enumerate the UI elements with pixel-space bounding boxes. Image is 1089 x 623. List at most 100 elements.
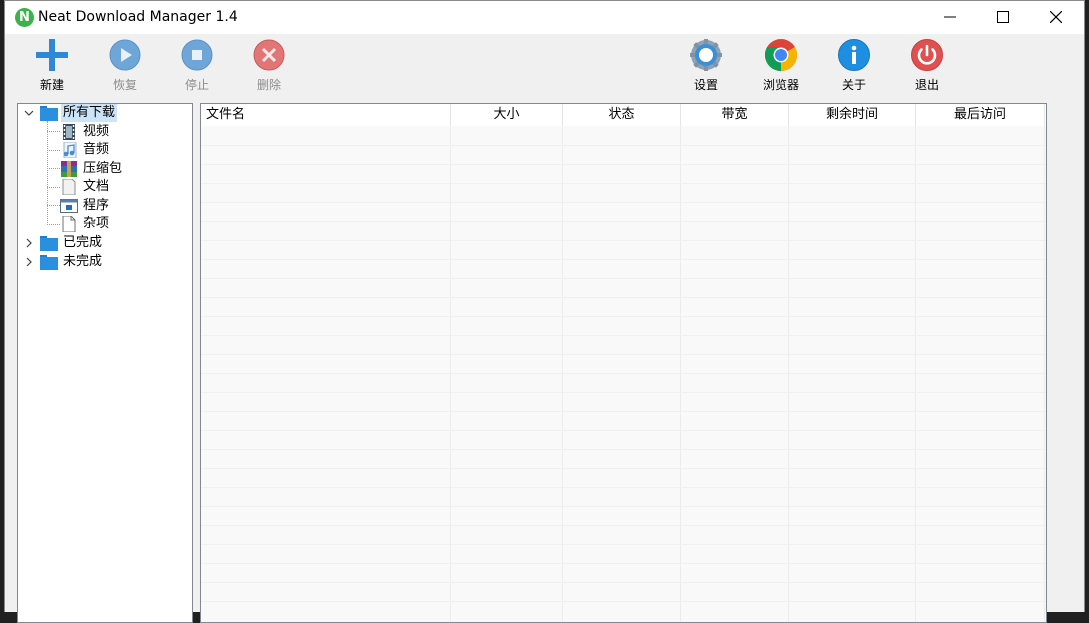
grid-line: [201, 563, 1046, 564]
tree-item-label: 程序: [83, 198, 110, 213]
archive-icon: [61, 161, 77, 177]
new-button-label: 新建: [39, 78, 64, 92]
grid-line: [201, 544, 1046, 545]
film-icon: [63, 124, 75, 140]
grid-line: [201, 373, 1046, 374]
grid-line: [201, 202, 1046, 203]
tree-item-label: 视频: [83, 124, 110, 139]
settings-button-label: 设置: [693, 78, 718, 92]
grid-line: [201, 278, 1046, 279]
tree-item-label: 杂项: [83, 216, 110, 231]
grid-line: [201, 335, 1046, 336]
delete-button-label: 删除: [256, 78, 281, 92]
tree-connector: [47, 187, 60, 188]
folder-icon: [40, 255, 58, 270]
stop-button[interactable]: 停止: [166, 34, 228, 98]
close-icon: [1050, 11, 1062, 23]
grid-line: [201, 297, 1046, 298]
grid-line: [201, 316, 1046, 317]
program-window-icon: [60, 199, 78, 213]
folder-icon: [40, 106, 58, 121]
minimize-icon: [944, 16, 956, 18]
settings-button[interactable]: 设置: [675, 34, 737, 98]
exit-button[interactable]: 退出: [896, 34, 958, 98]
tree-item-label: 已完成: [63, 235, 103, 250]
title-bar[interactable]: N Neat Download Manager 1.4: [5, 1, 1084, 34]
chevron-down-icon[interactable]: [24, 108, 34, 118]
grid-line: [201, 487, 1046, 488]
grid-line: [201, 601, 1046, 602]
chevron-right-icon[interactable]: [24, 257, 34, 267]
resume-button-label: 恢复: [112, 78, 137, 92]
grid-line: [201, 525, 1046, 526]
window-title: Neat Download Manager 1.4: [38, 9, 238, 25]
gear-icon: [690, 39, 722, 71]
column-header-last-access[interactable]: 最后访问: [916, 104, 1045, 126]
chrome-icon: [764, 39, 798, 72]
maximize-icon: [997, 11, 1009, 23]
music-note-icon: [63, 142, 77, 158]
exit-button-label: 退出: [914, 78, 939, 92]
list-header: 文件名 大小 状态 带宽 剩余时间 最后访问: [201, 104, 1046, 126]
grid-line: [201, 164, 1046, 165]
stop-icon: [181, 39, 213, 71]
app-window: N Neat Download Manager 1.4 新建 恢复 停止 删除 …: [4, 0, 1085, 623]
grid-line: [201, 354, 1046, 355]
grid-line: [201, 411, 1046, 412]
chevron-right-icon[interactable]: [24, 238, 34, 248]
power-icon: [911, 39, 943, 71]
column-divider: [1044, 126, 1045, 622]
stop-button-label: 停止: [184, 78, 209, 92]
grid-line: [201, 430, 1046, 431]
grid-line: [201, 259, 1046, 260]
grid-line: [201, 449, 1046, 450]
tree-item-label: 未完成: [63, 254, 103, 269]
app-logo-icon: N: [15, 8, 34, 27]
column-divider: [450, 126, 451, 622]
column-divider: [562, 126, 563, 622]
new-button[interactable]: 新建: [21, 34, 83, 98]
tree-item-label: 压缩包: [83, 161, 123, 176]
grid-line: [201, 145, 1046, 146]
category-tree[interactable]: 所有下载 视频 音频 压缩包 文档 程序 杂项 已完成 未完成: [17, 103, 193, 623]
grid-line: [201, 582, 1046, 583]
tree-connector: [47, 205, 60, 206]
column-divider: [915, 126, 916, 622]
grid-line: [201, 240, 1046, 241]
tree-item-label: 文档: [83, 179, 110, 194]
column-header-status[interactable]: 状态: [563, 104, 681, 126]
folder-icon: [40, 236, 58, 251]
maximize-button[interactable]: [977, 1, 1029, 34]
tree-item-label: 所有下载: [61, 104, 118, 122]
about-button-label: 关于: [841, 78, 866, 92]
tree-connector: [47, 131, 60, 132]
grid-line: [201, 183, 1046, 184]
column-divider: [680, 126, 681, 622]
download-list[interactable]: 文件名 大小 状态 带宽 剩余时间 最后访问: [200, 103, 1047, 623]
tree-connector: [47, 121, 48, 225]
plus-icon: [36, 39, 68, 71]
column-divider: [788, 126, 789, 622]
column-header-size[interactable]: 大小: [451, 104, 563, 126]
grid-line: [201, 392, 1046, 393]
browser-button-label: 浏览器: [762, 78, 799, 92]
tree-item-label: 音频: [83, 142, 110, 157]
close-button[interactable]: [1030, 1, 1082, 34]
play-icon: [109, 39, 141, 71]
resume-button[interactable]: 恢复: [94, 34, 156, 98]
tree-connector: [47, 150, 60, 151]
browser-button[interactable]: 浏览器: [750, 34, 812, 98]
blank-file-icon: [62, 216, 76, 232]
column-header-bandwidth[interactable]: 带宽: [681, 104, 789, 126]
toolbar: 新建 恢复 停止 删除 设置 浏览器 关于 退出: [5, 34, 1084, 98]
column-header-remaining-time[interactable]: 剩余时间: [789, 104, 916, 126]
minimize-button[interactable]: [924, 1, 976, 34]
grid-line: [201, 468, 1046, 469]
delete-button[interactable]: 删除: [238, 34, 300, 98]
grid-line: [201, 506, 1046, 507]
grid-line: [201, 221, 1046, 222]
column-header-filename[interactable]: 文件名: [201, 104, 451, 126]
tree-connector: [47, 224, 60, 225]
about-button[interactable]: 关于: [823, 34, 885, 98]
info-icon: [838, 39, 870, 71]
